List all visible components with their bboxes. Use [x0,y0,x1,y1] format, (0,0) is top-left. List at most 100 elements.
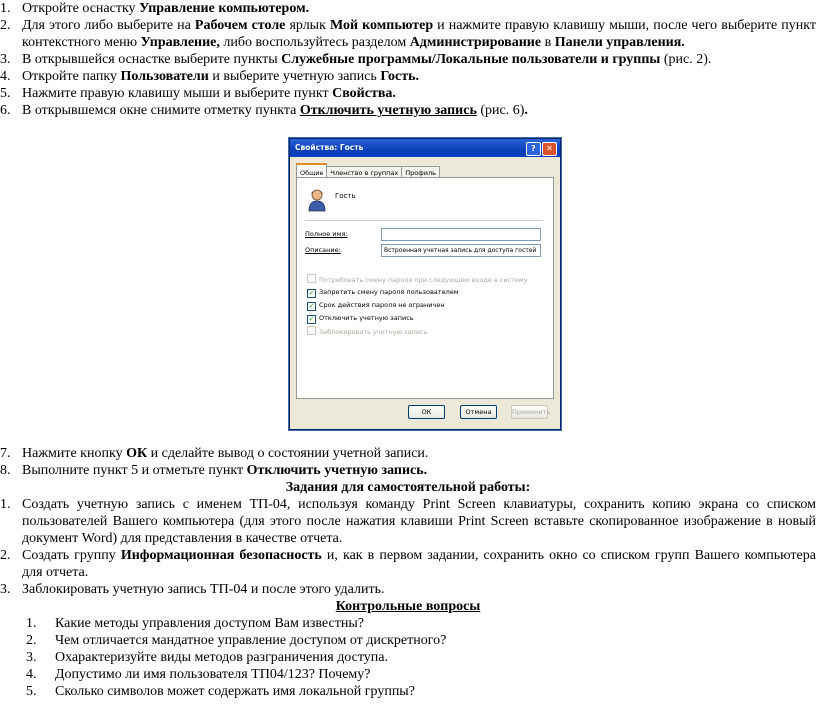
item-text: В открывшейся оснастке выберите пункты [22,52,282,67]
step-item: 2. Для этого либо выберите на Рабочем сто… [0,17,816,51]
item-text: ОК [126,446,148,461]
item-text: Допустимо ли имя пользователя ТП04/123? … [55,667,371,682]
full-name-label: Полное имя: [305,230,348,238]
item-text: (рис. 6) [476,103,525,118]
item-number: 3. [0,582,11,597]
divider [305,220,543,221]
item-text: в [541,35,555,50]
item-text: (рис. 2). [660,52,712,67]
item-number: 1. [26,616,37,631]
item-text: Сколько символов может содержать имя лок… [55,684,415,699]
item-text: Нажмите правую клавишу мыши и выберите п… [22,86,333,101]
general-panel: Гость Полное имя: Описание: Встроенная у… [296,177,554,399]
item-text: Откройте оснастку [22,1,140,16]
item-text: . [524,103,528,118]
steps-top: 1. Откройте оснастку Управление компьютер… [0,0,816,119]
question-item: 4. Допустимо ли имя пользователя ТП04/123… [0,666,816,683]
self-work-list: 1. Создать учетную запись с именем ТП-04,… [0,496,816,598]
item-text: и выберите учетную запись [208,69,381,84]
item-text: ярлык [285,18,330,33]
item-number: 2. [26,633,37,648]
item-text: Выполните пункт 5 и отметьте пункт [22,463,247,478]
full-name-field[interactable] [381,228,541,241]
item-text: Откройте папку [22,69,121,84]
item-number: 2. [0,548,11,563]
item-text: Отключить учетную запись. [246,463,428,478]
checkmark-icon: ✓ [307,302,316,311]
properties-dialog: Свойства: Гость ? ✕ Общие Членство в груп… [289,138,561,430]
task-item: 1. Создать учетную запись с именем ТП-04,… [0,496,816,547]
question-item: 1. Какие методы управления доступом Вам и… [0,615,816,632]
checkbox-option[interactable]: ✓ Запретить смену пароля пользователем [307,287,459,298]
item-number: 8. [0,463,11,478]
user-name: Гость [335,192,356,200]
checkbox-label: Заблокировать учетную запись [319,328,428,336]
checkbox-label: Отключить учетную запись [319,314,414,322]
checkbox-icon [307,326,316,335]
item-number: 5. [0,86,11,101]
item-text: Отключить учетную запись [299,103,477,118]
checkbox-label: Потребовать смену пароля при следующем в… [319,276,528,284]
question-item: 5. Сколько символов может содержать имя л… [0,683,816,700]
step-item: 4. Откройте папку Пользователи и выберите… [0,68,816,85]
item-text: Для этого либо выберите на [22,18,195,33]
checkbox-option: Потребовать смену пароля при следующем в… [307,274,528,284]
step-item: 5. Нажмите правую клавишу мыши и выберите… [0,85,816,102]
step-item: 7. Нажмите кнопку ОК и сделайте вывод о с… [0,445,816,462]
item-number: 4. [0,69,11,84]
self-work-heading: Задания для самостоятельной работы: [285,480,531,495]
item-text: В открывшемся окне снимите отметку пункт… [22,103,300,118]
item-text: Информационная безопасность [120,548,322,563]
cancel-button[interactable]: Отмена [460,405,497,419]
item-number: 2. [0,18,11,33]
checkbox-option[interactable]: ✓ Отключить учетную запись [307,313,414,324]
item-text: Панели управления. [554,35,685,50]
question-item: 3. Охарактеризуйте виды методов разгранич… [0,649,816,666]
questions-list: 1. Какие методы управления доступом Вам и… [0,615,816,700]
dialog-title: Свойства: Гость [295,143,364,152]
item-text: Чем отличается мандатное управление дост… [55,633,447,648]
step-item: 6. В открывшемся окне снимите отметку пун… [0,102,816,119]
item-text: Управление, [140,35,220,50]
item-text: Рабочем столе [194,18,286,33]
control-heading: Контрольные вопросы [335,599,481,614]
item-text: Нажмите кнопку [22,446,127,461]
item-text: Создать группу [22,548,121,563]
item-text: Какие методы управления доступом Вам изв… [55,616,364,631]
checkmark-icon: ✓ [307,315,316,324]
close-button[interactable]: ✕ [542,142,557,156]
item-number: 1. [0,497,11,512]
item-number: 1. [0,1,11,16]
checkbox-label: Запретить смену пароля пользователем [319,288,459,296]
question-item: 2. Чем отличается мандатное управление до… [0,632,816,649]
checkbox-option: Заблокировать учетную запись [307,326,427,336]
item-number: 4. [26,667,37,682]
checkbox-label: Срок действия пароля не ограничен [319,301,445,309]
checkbox-icon [307,274,316,283]
item-text: Администрирование [409,35,542,50]
item-text: и сделайте вывод о состоянии учетной зап… [147,446,429,461]
item-text: Свойства. [332,86,396,101]
item-text: Пользователи [120,69,209,84]
ok-button[interactable]: ОК [408,405,445,419]
steps-bottom: 7. Нажмите кнопку ОК и сделайте вывод о с… [0,445,816,479]
checkbox-option[interactable]: ✓ Срок действия пароля не ограничен [307,300,445,311]
item-number: 3. [26,650,37,665]
checkmark-icon: ✓ [307,289,316,298]
item-text: Управление компьютером. [139,1,310,16]
apply-button[interactable]: Применить [511,405,550,419]
task-item: 2. Создать группу Информационная безопасн… [0,547,816,581]
item-text: Гость. [380,69,419,84]
step-item: 3. В открывшейся оснастке выберите пункты… [0,51,816,68]
description-field[interactable]: Встроенная учетная запись для доступа го… [381,244,541,257]
dialog-tabs: Общие Членство в группах Профиль [296,163,440,180]
item-text: либо воспользуйтесь разделом [219,35,410,50]
item-text: Заблокировать учетную запись ТП-04 и пос… [22,582,385,597]
item-number: 6. [0,103,11,118]
help-button[interactable]: ? [526,142,541,156]
step-item: 8. Выполните пункт 5 и отметьте пункт Отк… [0,462,816,479]
item-number: 5. [26,684,37,699]
item-text: Охарактеризуйте виды методов разграничен… [55,650,389,665]
item-number: 7. [0,446,11,461]
item-text: Создать учетную запись с именем ТП-04, и… [22,497,816,546]
